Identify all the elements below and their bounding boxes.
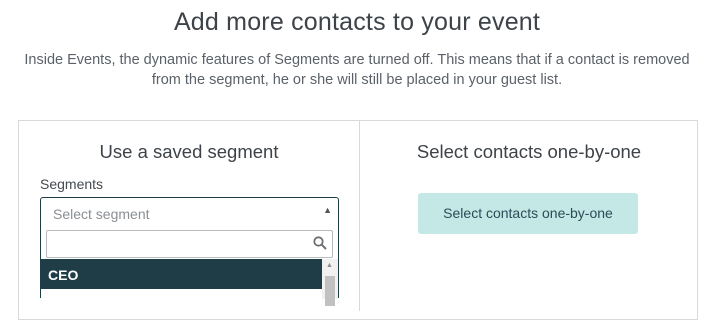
one-by-one-title: Select contacts one-by-one [416,141,642,162]
scrollbar-thumb[interactable] [325,276,335,306]
segment-select[interactable]: Select segment ▲ [40,197,339,229]
caret-up-icon: ▲ [323,205,332,215]
page-title: Add more contacts to your event [173,8,541,36]
scroll-up-arrow-icon[interactable]: ▲ [326,262,333,269]
description-line-2: from the segment, he or she will still b… [151,72,563,88]
segments-label: Segments [40,176,104,192]
description-line-1: Inside Events, the dynamic features of S… [24,52,690,68]
segment-dropdown: CEO ▲ [40,228,339,306]
saved-segment-title: Use a saved segment [99,141,279,162]
select-contacts-one-by-one-button[interactable]: Select contacts one-by-one [418,193,638,234]
dropdown-scrollbar[interactable]: ▲ [322,259,338,306]
segment-option-ceo[interactable]: CEO [41,259,322,289]
page-description: Inside Events, the dynamic features of S… [10,50,704,90]
segment-search-input[interactable] [46,230,333,258]
segment-select-placeholder: Select segment [53,206,150,222]
search-icon [313,236,327,250]
